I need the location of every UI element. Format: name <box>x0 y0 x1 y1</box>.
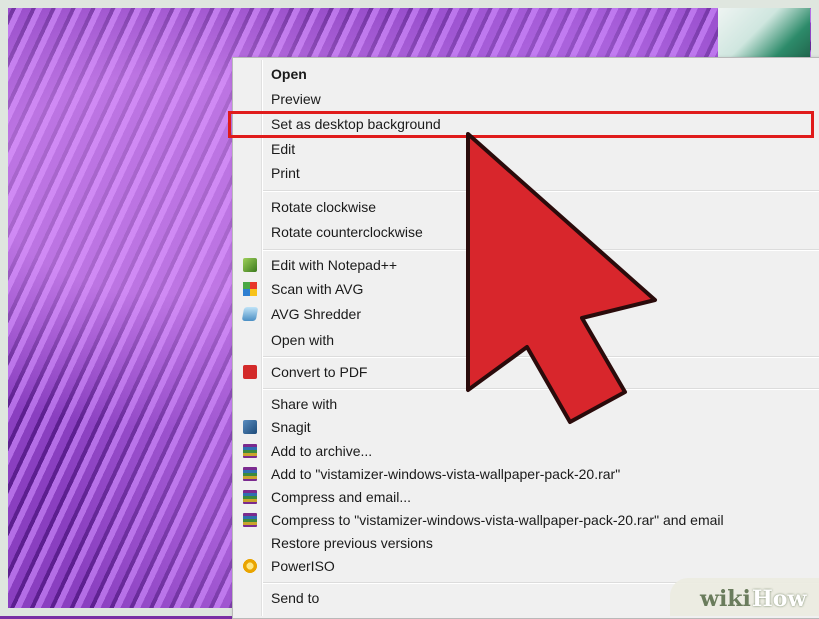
arrow-cursor-icon <box>466 132 657 424</box>
wikihow-watermark: wiki How <box>670 578 819 616</box>
watermark-part2: How <box>752 586 807 612</box>
watermark-part1: wiki <box>700 586 751 612</box>
